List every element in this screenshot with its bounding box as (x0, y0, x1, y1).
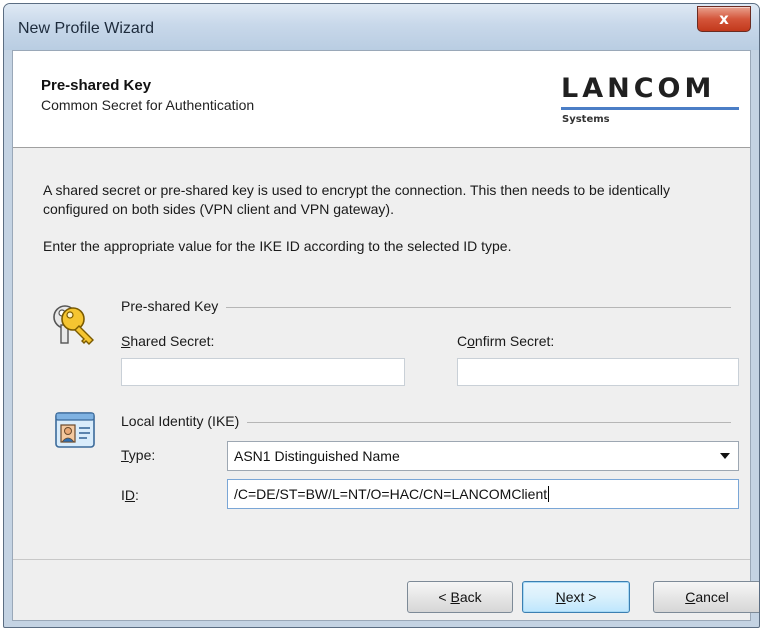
type-label-rest: ype: (128, 447, 156, 463)
lancom-logo: LANCOM Systems (561, 73, 741, 129)
footer-divider (13, 559, 750, 560)
title-bar[interactable]: New Profile Wizard x (4, 4, 759, 50)
confirm-secret-label-pre: C (457, 333, 468, 349)
confirm-secret-mnemonic: o (467, 333, 475, 349)
page-subtitle: Common Secret for Authentication (41, 97, 255, 113)
back-button-rest: ack (459, 589, 482, 605)
confirm-secret-label-rest: nfirm Secret: (474, 333, 555, 349)
page-title: Pre-shared Key (41, 77, 152, 94)
instruction-text: Enter the appropriate value for the IKE … (43, 238, 512, 254)
type-dropdown[interactable]: ASN1 Distinguished Name (227, 441, 739, 471)
confirm-secret-input[interactable] (457, 358, 739, 386)
wizard-window: New Profile Wizard x Pre-shared Key Comm… (3, 3, 760, 628)
wizard-client-area: Pre-shared Key Common Secret for Authent… (12, 50, 759, 621)
confirm-secret-label: Confirm Secret: (457, 333, 554, 349)
keys-icon (49, 301, 99, 352)
type-selected-value: ASN1 Distinguished Name (234, 448, 400, 464)
psk-group-label: Pre-shared Key (121, 298, 227, 314)
back-button[interactable]: < Back (407, 581, 513, 613)
back-button-mnemonic: B (450, 589, 460, 605)
shared-secret-label: Shared Secret: (121, 333, 214, 349)
id-label-rest: : (135, 487, 139, 503)
back-button-pre: < (438, 589, 447, 605)
id-mnemonic: D (124, 487, 136, 503)
cancel-button[interactable]: Cancel (653, 581, 759, 613)
next-button-mnemonic: N (555, 589, 566, 605)
logo-subtext: Systems (562, 114, 610, 125)
shared-secret-input[interactable] (121, 358, 405, 386)
description-text: A shared secret or pre-shared key is use… (43, 182, 670, 217)
logo-underline (561, 107, 739, 110)
id-value-text: /C=DE/ST=BW/L=NT/O=HAC/CN=LANCOMClient (234, 486, 548, 502)
id-input-value: /C=DE/ST=BW/L=NT/O=HAC/CN=LANCOMClient (234, 486, 550, 502)
shared-secret-label-rest: hared Secret: (130, 333, 215, 349)
chevron-down-icon[interactable] (720, 453, 730, 459)
id-input[interactable]: /C=DE/ST=BW/L=NT/O=HAC/CN=LANCOMClient (227, 479, 739, 509)
next-button-rest: ext > (565, 589, 597, 605)
id-label: ID: (121, 487, 139, 503)
identity-group-label: Local Identity (IKE) (121, 413, 248, 429)
type-mnemonic: T (121, 447, 129, 463)
wizard-header: Pre-shared Key Common Secret for Authent… (13, 51, 750, 148)
cancel-button-rest: ancel (695, 589, 729, 605)
shared-secret-mnemonic: S (121, 333, 131, 349)
text-caret (548, 486, 550, 502)
cancel-button-mnemonic: C (685, 589, 696, 605)
logo-wordmark: LANCOM (561, 73, 716, 104)
id-card-icon (53, 407, 99, 456)
window-title: New Profile Wizard (18, 20, 155, 37)
next-button[interactable]: Next > (522, 581, 630, 613)
close-icon: x (719, 10, 729, 28)
type-label: Type: (121, 447, 155, 463)
close-button[interactable]: x (697, 6, 751, 32)
